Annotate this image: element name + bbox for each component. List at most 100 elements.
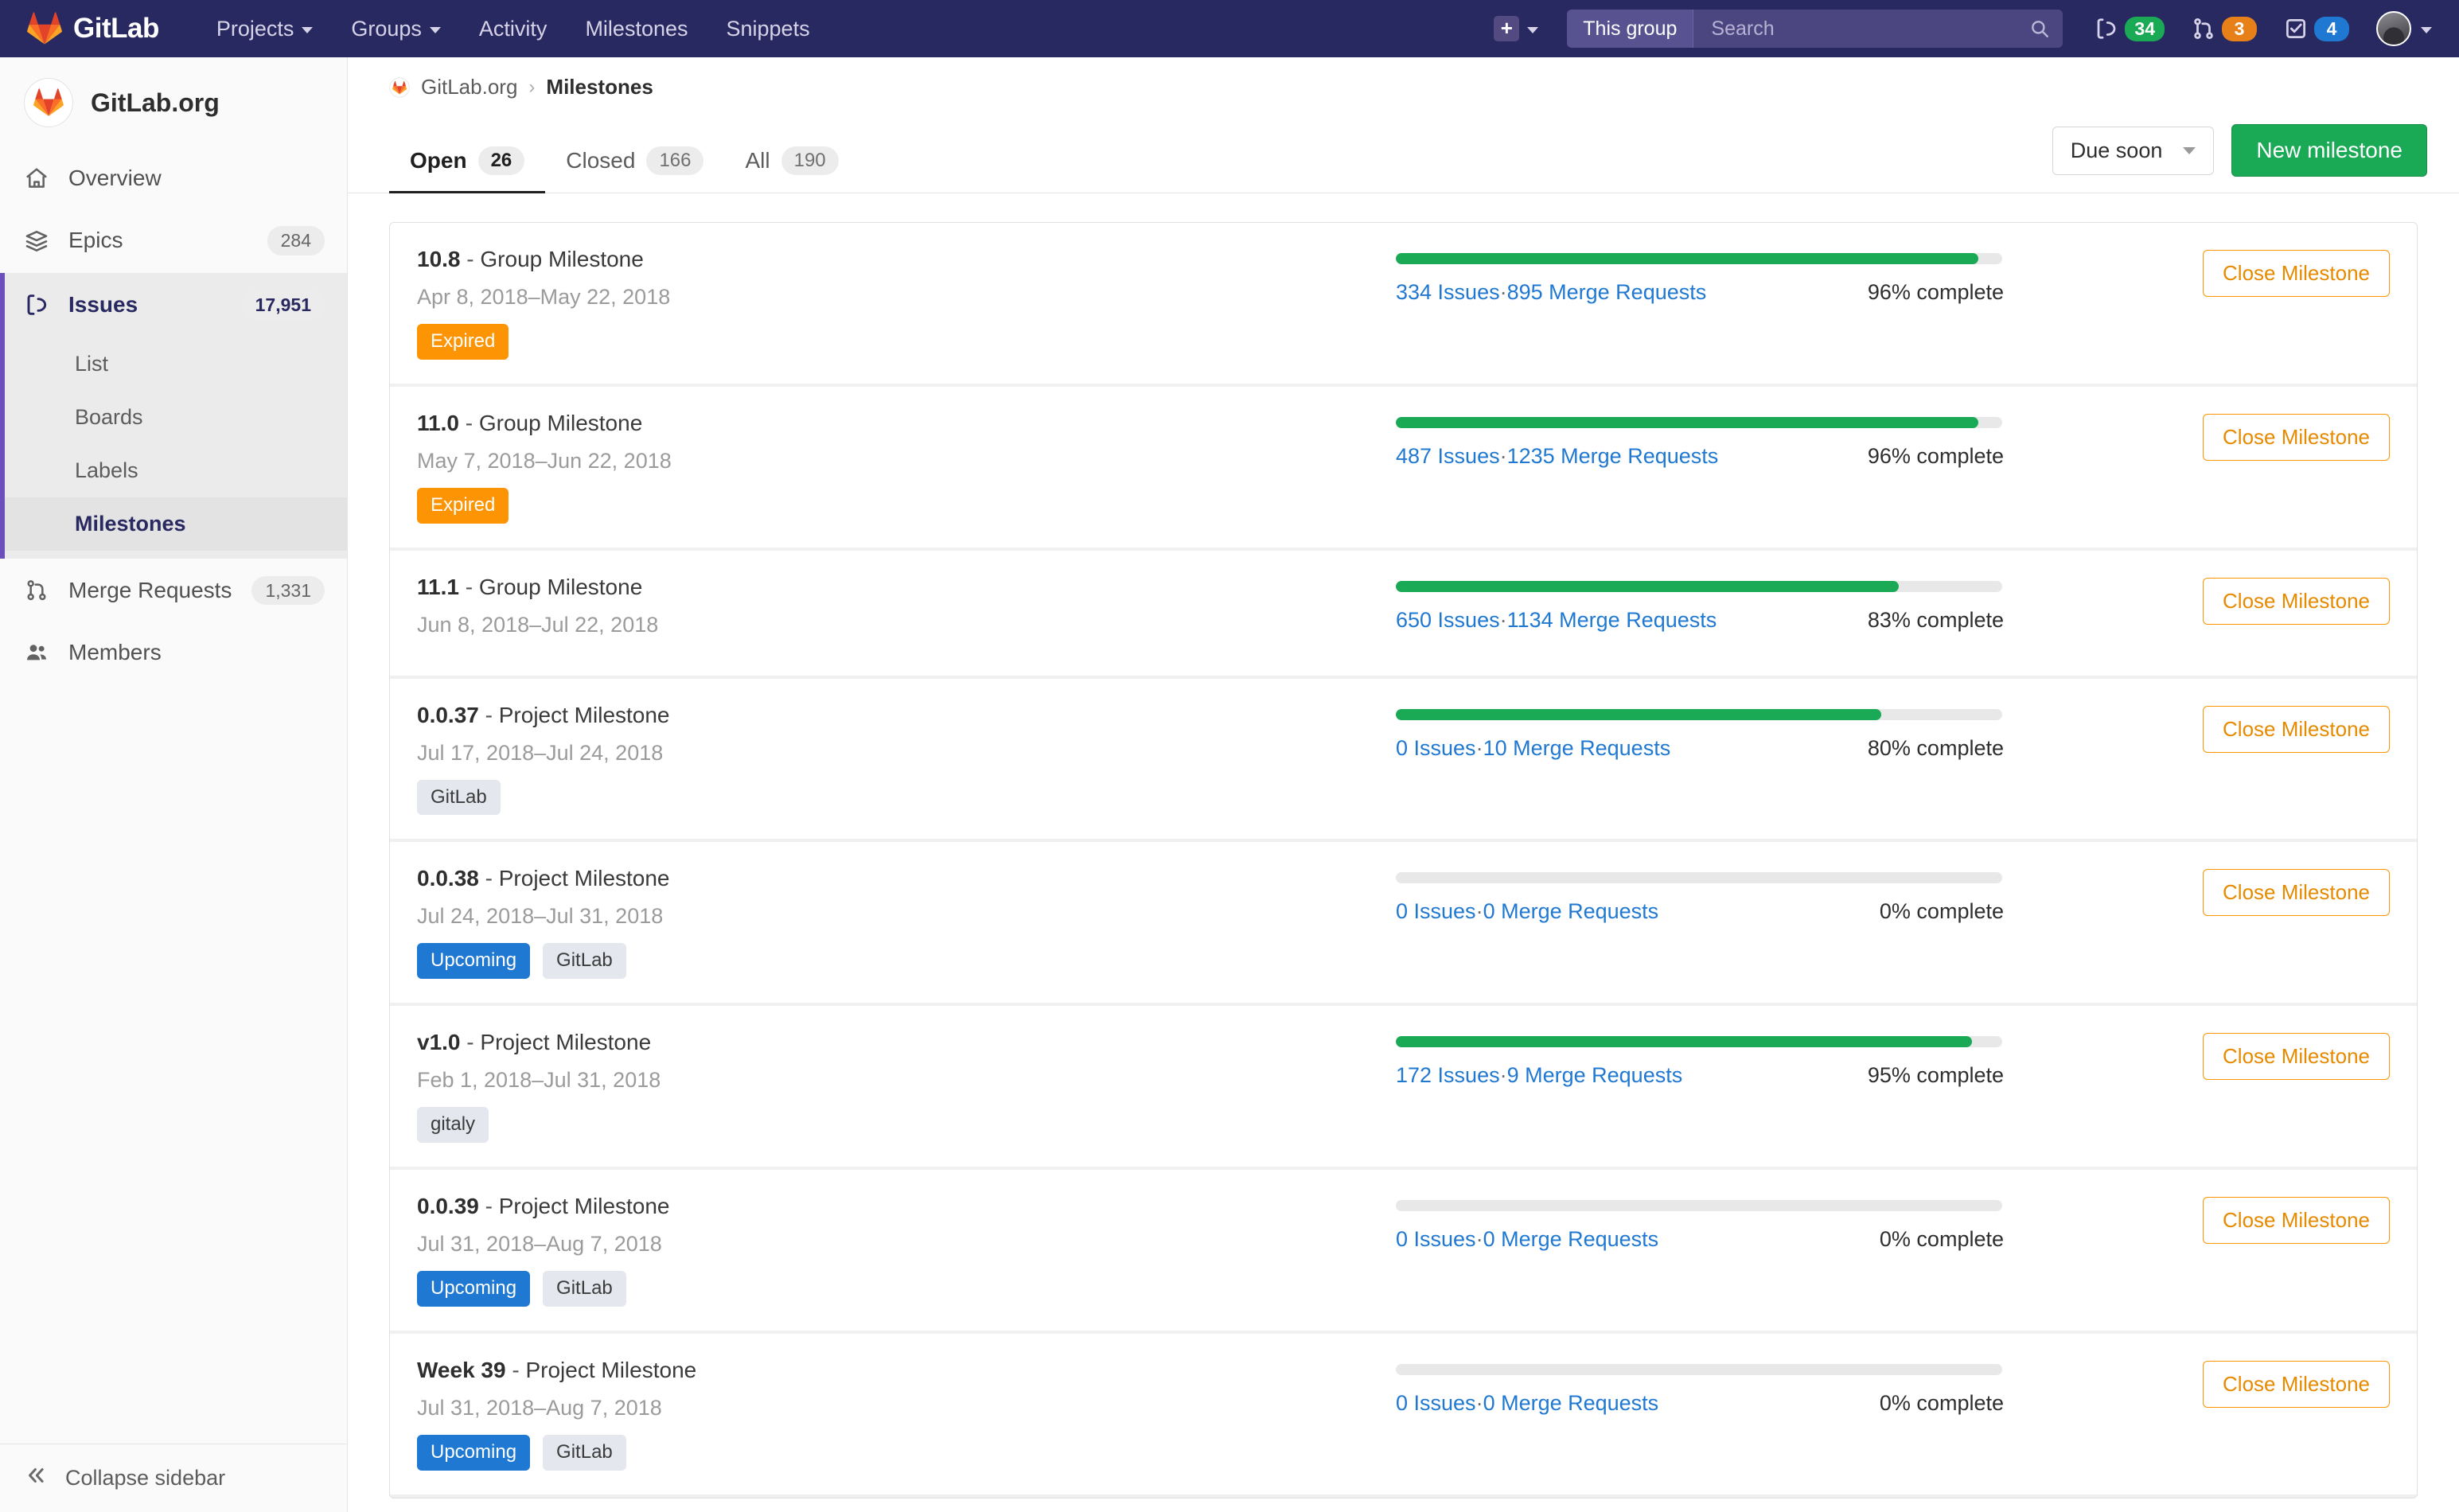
nav-groups-label: Groups — [351, 0, 422, 57]
sidebar-item-overview[interactable]: Overview — [0, 148, 347, 208]
milestone-title[interactable]: 0.0.39 - Project Milestone — [417, 1194, 1396, 1219]
nav-groups[interactable]: Groups — [332, 0, 460, 57]
nav-projects[interactable]: Projects — [197, 0, 333, 57]
sidebar-context-header[interactable]: GitLab.org — [0, 57, 347, 148]
milestone-kind: Project Milestone — [499, 1194, 670, 1218]
sidebar-item-labels[interactable]: Labels — [0, 444, 347, 497]
milestone-stats: 650 Issues · 1134 Merge Requests 83% com… — [1396, 608, 2064, 633]
milestone-title[interactable]: 11.1 - Group Milestone — [417, 575, 1396, 600]
sidebar-item-boards[interactable]: Boards — [0, 391, 347, 444]
search-input[interactable]: Search — [1693, 10, 2063, 48]
stats-separator: · — [1476, 1227, 1483, 1252]
merge-requests-counter[interactable]: 3 — [2192, 17, 2257, 41]
milestone-issues-link[interactable]: 172 Issues — [1396, 1063, 1500, 1088]
milestone-row: 0.0.38 - Project Milestone Jul 24, 2018–… — [390, 842, 2417, 1003]
milestone-merge-requests-link[interactable]: 10 Merge Requests — [1483, 736, 1671, 761]
group-name: GitLab.org — [91, 88, 220, 118]
members-icon — [24, 640, 49, 665]
epics-icon — [24, 228, 49, 253]
new-item-button[interactable]: + — [1483, 16, 1549, 41]
close-milestone-button[interactable]: Close Milestone — [2203, 869, 2390, 916]
milestone-merge-requests-link[interactable]: 895 Merge Requests — [1507, 280, 1707, 305]
todos-counter[interactable]: 4 — [2284, 17, 2349, 41]
milestone-title[interactable]: Week 39 - Project Milestone — [417, 1358, 1396, 1383]
search-scope-chip[interactable]: This group — [1567, 10, 1693, 48]
milestone-issues-link[interactable]: 0 Issues — [1396, 1391, 1476, 1416]
milestone-issues-link[interactable]: 0 Issues — [1396, 1227, 1476, 1252]
milestone-badges: Expired — [417, 488, 1396, 524]
close-milestone-button[interactable]: Close Milestone — [2203, 414, 2390, 461]
milestone-issues-link[interactable]: 487 Issues — [1396, 444, 1500, 469]
milestone-badge-expired: Expired — [417, 488, 509, 524]
collapse-sidebar-label: Collapse sidebar — [65, 1466, 225, 1491]
milestone-info: 11.1 - Group Milestone Jun 8, 2018–Jul 2… — [417, 575, 1396, 652]
nav-milestones[interactable]: Milestones — [566, 0, 707, 57]
new-milestone-button[interactable]: New milestone — [2231, 124, 2427, 177]
milestone-title[interactable]: 0.0.37 - Project Milestone — [417, 703, 1396, 728]
milestone-actions: Close Milestone — [2203, 866, 2390, 916]
stats-separator: · — [1476, 899, 1483, 924]
close-milestone-button[interactable]: Close Milestone — [2203, 1033, 2390, 1080]
milestones-list-scroll[interactable]: 10.8 - Group Milestone Apr 8, 2018–May 2… — [348, 193, 2459, 1512]
milestone-merge-requests-link[interactable]: 0 Merge Requests — [1483, 1227, 1659, 1252]
stats-separator: · — [1476, 736, 1483, 761]
close-milestone-button[interactable]: Close Milestone — [2203, 706, 2390, 753]
tab-closed[interactable]: Closed 166 — [545, 129, 724, 193]
tab-closed-count: 166 — [646, 146, 703, 175]
milestone-merge-requests-link[interactable]: 9 Merge Requests — [1507, 1063, 1683, 1088]
sidebar-item-milestones[interactable]: Milestones — [0, 497, 347, 551]
milestone-issues-link[interactable]: 0 Issues — [1396, 736, 1476, 761]
sidebar-item-members[interactable]: Members — [0, 622, 347, 683]
main-content: GitLab.org › Milestones Open 26 Closed 1… — [348, 57, 2459, 1512]
milestone-issues-link[interactable]: 650 Issues — [1396, 608, 1500, 633]
top-navigation-bar: GitLab Projects Groups Activity Mileston… — [0, 0, 2459, 57]
user-menu[interactable] — [2376, 11, 2432, 46]
milestone-version: 0.0.38 — [417, 866, 479, 890]
milestone-merge-requests-link[interactable]: 1235 Merge Requests — [1507, 444, 1719, 469]
breadcrumb-group-link[interactable]: GitLab.org — [421, 75, 517, 99]
close-milestone-button[interactable]: Close Milestone — [2203, 578, 2390, 625]
nav-snippets[interactable]: Snippets — [707, 0, 829, 57]
close-milestone-button[interactable]: Close Milestone — [2203, 250, 2390, 297]
merge-requests-counter-badge: 3 — [2222, 17, 2257, 41]
milestone-issues-link[interactable]: 334 Issues — [1396, 280, 1500, 305]
gitlab-brand[interactable]: GitLab — [27, 11, 159, 46]
milestone-merge-requests-link[interactable]: 0 Merge Requests — [1483, 899, 1659, 924]
nav-activity[interactable]: Activity — [460, 0, 567, 57]
milestone-actions: Close Milestone — [2203, 703, 2390, 753]
milestones-panel: 10.8 - Group Milestone Apr 8, 2018–May 2… — [389, 222, 2418, 1498]
sidebar-item-merge-requests[interactable]: Merge Requests 1,331 — [0, 559, 347, 623]
milestone-kind: Project Milestone — [499, 866, 670, 890]
milestone-dash: - — [459, 575, 479, 599]
sidebar-item-issues[interactable]: Issues 17,951 — [0, 273, 347, 337]
sidebar-item-epics-count: 284 — [267, 226, 325, 255]
milestone-badge-label: GitLab — [543, 1271, 626, 1307]
milestone-dash: - — [461, 247, 481, 271]
close-milestone-button[interactable]: Close Milestone — [2203, 1361, 2390, 1408]
sort-dropdown[interactable]: Due soon — [2052, 127, 2215, 175]
tab-all[interactable]: All 190 — [724, 129, 859, 193]
milestone-title[interactable]: v1.0 - Project Milestone — [417, 1030, 1396, 1055]
milestone-merge-requests-link[interactable]: 0 Merge Requests — [1483, 1391, 1659, 1416]
issues-icon — [2095, 17, 2118, 41]
milestone-badge-upcoming: Upcoming — [417, 943, 530, 979]
search-area: This group Search — [1567, 10, 2063, 48]
milestone-progress-area: 334 Issues · 895 Merge Requests 96% comp… — [1396, 247, 2064, 305]
collapse-sidebar-button[interactable]: Collapse sidebar — [0, 1444, 347, 1512]
milestone-badge-label: GitLab — [543, 1435, 626, 1471]
issues-counter[interactable]: 34 — [2095, 17, 2165, 41]
milestone-title[interactable]: 10.8 - Group Milestone — [417, 247, 1396, 272]
milestone-title[interactable]: 11.0 - Group Milestone — [417, 411, 1396, 436]
milestone-title[interactable]: 0.0.38 - Project Milestone — [417, 866, 1396, 891]
close-milestone-button[interactable]: Close Milestone — [2203, 1197, 2390, 1244]
chevron-down-icon — [2183, 147, 2196, 154]
milestone-stats: 487 Issues · 1235 Merge Requests 96% com… — [1396, 444, 2064, 469]
sidebar-item-epics[interactable]: Epics 284 — [0, 208, 347, 273]
sidebar-item-list[interactable]: List — [0, 337, 347, 391]
milestone-kind: Project Milestone — [499, 703, 670, 727]
milestone-issues-link[interactable]: 0 Issues — [1396, 899, 1476, 924]
sidebar-item-issues-label: Issues — [68, 292, 223, 318]
merge-request-icon — [2192, 17, 2215, 41]
milestone-merge-requests-link[interactable]: 1134 Merge Requests — [1507, 608, 1717, 633]
tab-open[interactable]: Open 26 — [389, 129, 545, 193]
